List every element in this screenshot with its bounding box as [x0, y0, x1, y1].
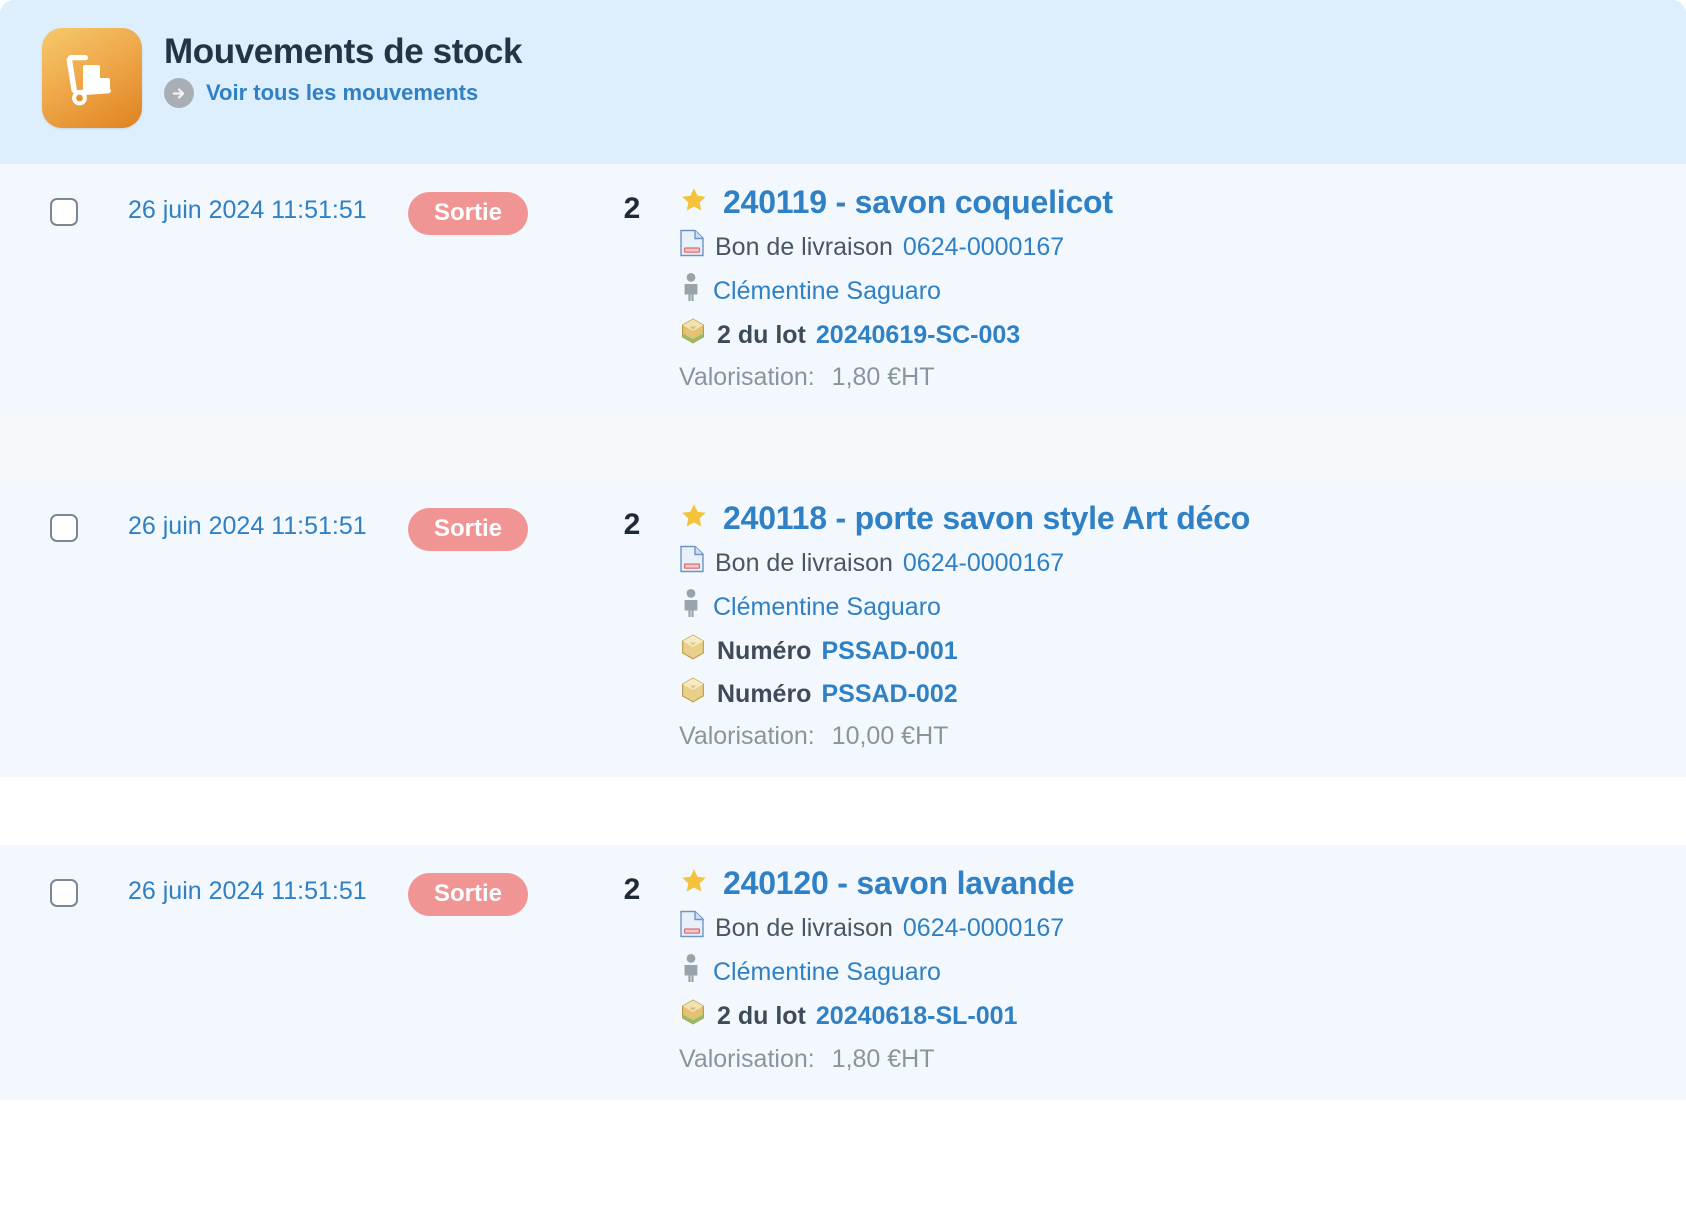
delivery-note-label: Bon de livraison	[715, 233, 893, 261]
row-select-cell	[0, 494, 128, 543]
movement-details: 240119 - savon coquelicot Bon de livrais…	[671, 178, 1686, 392]
serial-box-icon	[679, 633, 707, 671]
document-icon	[679, 545, 705, 583]
row-checkbox[interactable]	[50, 879, 78, 908]
batch-label: Numéro	[717, 679, 812, 708]
document-icon	[679, 910, 705, 948]
valorisation-label: Valorisation:	[679, 722, 815, 751]
batch-line: Numéro PSSAD-002	[679, 676, 1686, 714]
table-row[interactable]: 26 juin 2024 11:51:51 Sortie 2 240118 - …	[0, 480, 1686, 778]
batch-value[interactable]: 20240618-SL-001	[816, 1000, 1018, 1034]
valorisation-label: Valorisation:	[679, 1044, 815, 1073]
batch-value[interactable]: 20240619-SC-003	[816, 319, 1020, 353]
serial-box-icon	[679, 676, 707, 714]
product-line: 240119 - savon coquelicot	[679, 184, 1686, 221]
valorisation-value: 1,80 €HT	[831, 1044, 935, 1073]
movements-list: 26 juin 2024 11:51:51 Sortie 2 240119 - …	[0, 164, 1686, 1122]
panel-header: Mouvements de stock Voir tous les mouvem…	[0, 0, 1686, 164]
movement-date[interactable]: 26 juin 2024 11:51:51	[128, 859, 408, 906]
movement-type-cell: Sortie	[408, 494, 593, 552]
delivery-note-line: Bon de livraison 0624-0000167	[679, 910, 1686, 948]
delivery-note-line: Bon de livraison 0624-0000167	[679, 229, 1686, 267]
batch-line: 2 du lot 20240619-SC-003	[679, 317, 1686, 355]
person-icon	[679, 272, 703, 312]
user-line: Clémentine Saguaro	[679, 953, 1686, 993]
delivery-note-ref[interactable]: 0624-0000167	[903, 912, 1064, 946]
delivery-note-label: Bon de livraison	[715, 914, 893, 943]
batch-value[interactable]: PSSAD-002	[821, 678, 957, 712]
user-link[interactable]: Clémentine Saguaro	[713, 956, 941, 990]
batch-line: Numéro PSSAD-001	[679, 633, 1686, 671]
view-all-link-row[interactable]: Voir tous les mouvements	[164, 78, 522, 109]
valorisation-label: Valorisation:	[679, 363, 815, 392]
movement-quantity: 2	[623, 508, 641, 542]
product-line: 240120 - savon lavande	[679, 865, 1686, 902]
row-checkbox[interactable]	[50, 198, 78, 226]
valorisation-line: Valorisation: 1,80 €HT	[679, 363, 1686, 392]
movement-quantity: 2	[623, 192, 641, 225]
movement-type-cell: Sortie	[408, 178, 593, 235]
movement-details: 240120 - savon lavande Bon de livraison …	[671, 859, 1686, 1073]
person-icon	[679, 953, 703, 993]
stock-movements-panel: Mouvements de stock Voir tous les mouvem…	[0, 0, 1686, 1208]
user-link[interactable]: Clémentine Saguaro	[713, 591, 941, 625]
header-text: Mouvements de stock Voir tous les mouvem…	[164, 28, 523, 109]
status-badge: Sortie	[408, 873, 529, 917]
table-row[interactable]: 26 juin 2024 11:51:51 Sortie 2 240119 - …	[0, 164, 1686, 419]
movement-type-cell: Sortie	[408, 859, 593, 917]
product-link[interactable]: 240119 - savon coquelicot	[723, 184, 1113, 221]
valorisation-line: Valorisation: 1,80 €HT	[679, 1045, 1686, 1074]
product-link[interactable]: 240118 - porte savon style Art déco	[723, 500, 1250, 537]
page-title: Mouvements de stock	[164, 32, 523, 71]
hand-truck-icon	[42, 28, 142, 128]
list-bottom-spacer	[0, 1099, 1686, 1122]
star-icon	[679, 866, 709, 901]
document-icon	[679, 229, 705, 267]
status-badge: Sortie	[408, 508, 529, 552]
delivery-note-ref[interactable]: 0624-0000167	[903, 231, 1064, 265]
row-checkbox[interactable]	[50, 514, 78, 543]
view-all-movements-link[interactable]: Voir tous les mouvements	[206, 80, 478, 106]
star-icon	[679, 185, 709, 220]
user-line: Clémentine Saguaro	[679, 272, 1686, 312]
table-row[interactable]: 26 juin 2024 11:51:51 Sortie 2 240120 - …	[0, 845, 1686, 1100]
delivery-note-line: Bon de livraison 0624-0000167	[679, 545, 1686, 583]
batch-line: 2 du lot 20240618-SL-001	[679, 998, 1686, 1036]
valorisation-line: Valorisation: 10,00 €HT	[679, 722, 1686, 751]
row-separator	[0, 777, 1686, 846]
lot-box-icon	[679, 317, 707, 355]
product-link[interactable]: 240120 - savon lavande	[723, 865, 1075, 902]
user-line: Clémentine Saguaro	[679, 588, 1686, 628]
movement-details: 240118 - porte savon style Art déco Bon …	[671, 494, 1686, 751]
person-icon	[679, 588, 703, 628]
product-line: 240118 - porte savon style Art déco	[679, 500, 1686, 537]
star-icon	[679, 501, 709, 536]
batch-value[interactable]: PSSAD-001	[821, 635, 957, 669]
valorisation-value: 10,00 €HT	[831, 722, 949, 751]
batch-label: Numéro	[717, 636, 812, 665]
status-badge: Sortie	[408, 192, 529, 235]
row-select-cell	[0, 859, 128, 908]
lot-box-icon	[679, 998, 707, 1036]
user-link[interactable]: Clémentine Saguaro	[713, 275, 941, 309]
arrow-right-circle-icon	[164, 78, 194, 109]
batch-label: 2 du lot	[717, 320, 806, 349]
valorisation-value: 1,80 €HT	[831, 363, 935, 392]
batch-label: 2 du lot	[717, 1001, 806, 1030]
row-select-cell	[0, 178, 128, 226]
movement-date[interactable]: 26 juin 2024 11:51:51	[128, 494, 408, 541]
movement-date[interactable]: 26 juin 2024 11:51:51	[128, 178, 408, 225]
row-separator	[0, 418, 1686, 481]
movement-quantity: 2	[623, 873, 641, 907]
delivery-note-ref[interactable]: 0624-0000167	[903, 547, 1064, 581]
delivery-note-label: Bon de livraison	[715, 549, 893, 578]
